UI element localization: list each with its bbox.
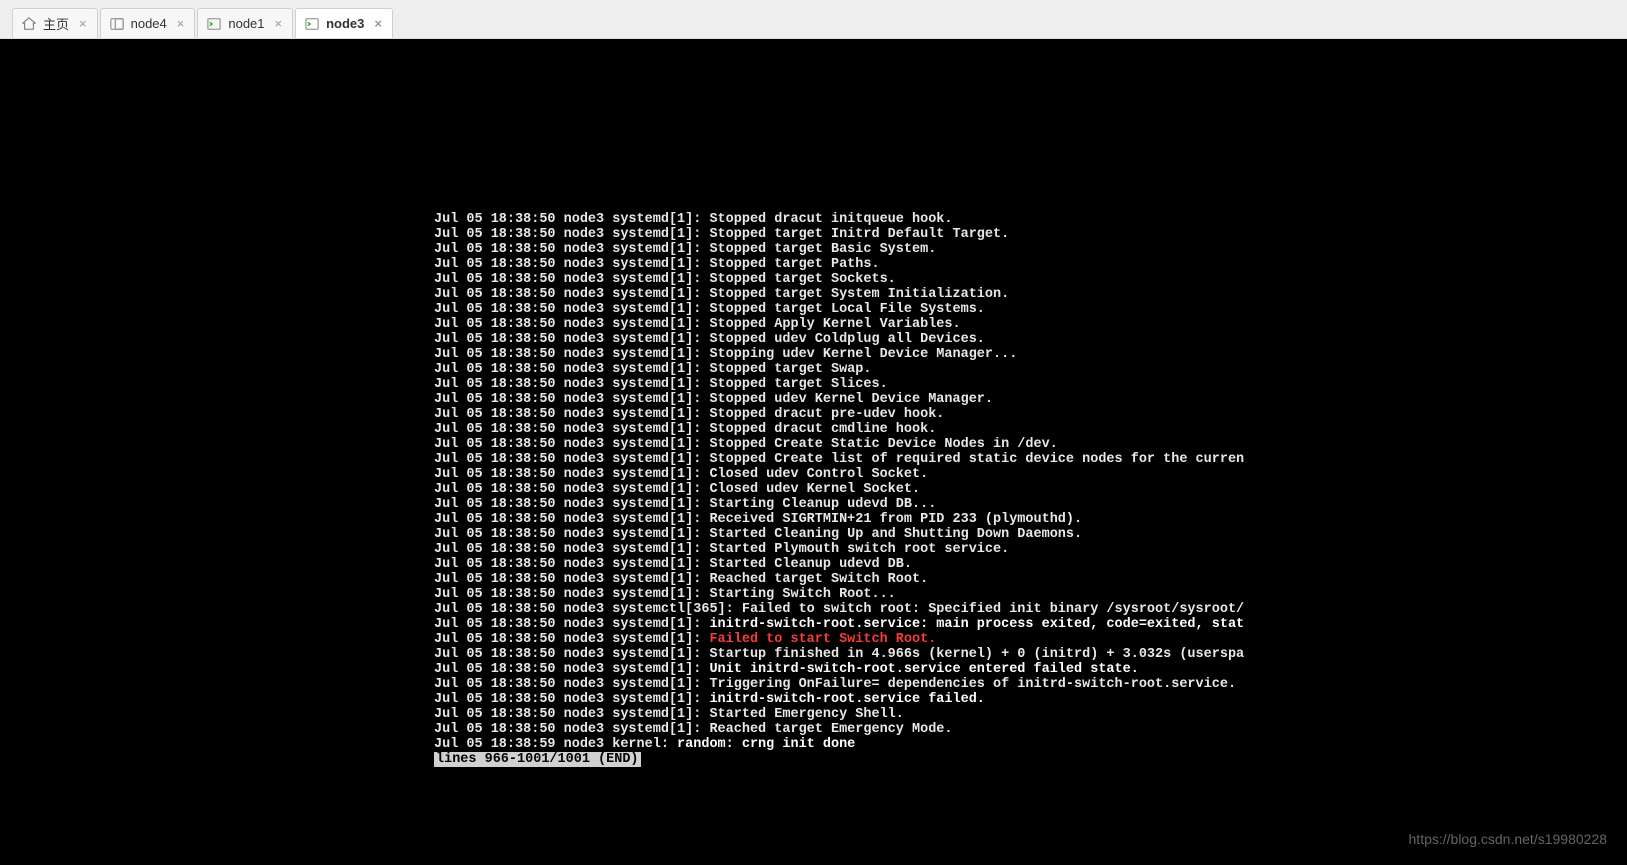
- terminal-icon: [109, 16, 125, 32]
- log-line: Jul 05 18:38:50 node3 systemd[1]: Stoppe…: [434, 227, 1244, 242]
- log-line: Jul 05 18:38:50 node3 systemd[1]: Stoppe…: [434, 422, 1244, 437]
- log-line: Jul 05 18:38:50 node3 systemctl[365]: Fa…: [434, 602, 1244, 617]
- log-line: Jul 05 18:38:50 node3 systemd[1]: Starti…: [434, 497, 1244, 512]
- tab-bar: 主页 × node4 × node1 × node3 ×: [0, 0, 1627, 39]
- log-line: Jul 05 18:38:50 node3 systemd[1]: Stoppe…: [434, 392, 1244, 407]
- log-line: Jul 05 18:38:50 node3 systemd[1]: Stoppe…: [434, 362, 1244, 377]
- log-line: Jul 05 18:38:50 node3 systemd[1]: Starte…: [434, 527, 1244, 542]
- log-line: Jul 05 18:38:50 node3 systemd[1]: Trigge…: [434, 677, 1244, 692]
- close-icon[interactable]: ×: [177, 16, 185, 31]
- log-line: Jul 05 18:38:50 node3 systemd[1]: initrd…: [434, 617, 1244, 632]
- log-line: Jul 05 18:38:50 node3 systemd[1]: initrd…: [434, 692, 1244, 707]
- log-line: Jul 05 18:38:50 node3 systemd[1]: Reache…: [434, 572, 1244, 587]
- log-line: Jul 05 18:38:50 node3 systemd[1]: Stoppi…: [434, 347, 1244, 362]
- tab-node3[interactable]: node3 ×: [295, 8, 393, 38]
- terminal-view[interactable]: Jul 05 18:38:50 node3 systemd[1]: Stoppe…: [0, 39, 1627, 865]
- log-line: Jul 05 18:38:59 node3 kernel: random: cr…: [434, 737, 1244, 752]
- log-line: Jul 05 18:38:50 node3 systemd[1]: Stoppe…: [434, 212, 1244, 227]
- log-line: Jul 05 18:38:50 node3 systemd[1]: Starte…: [434, 557, 1244, 572]
- close-icon[interactable]: ×: [275, 16, 283, 31]
- terminal-output: Jul 05 18:38:50 node3 systemd[1]: Stoppe…: [434, 212, 1244, 767]
- log-line: Jul 05 18:38:50 node3 systemd[1]: Unit i…: [434, 662, 1244, 677]
- log-line: Jul 05 18:38:50 node3 systemd[1]: Stoppe…: [434, 332, 1244, 347]
- tab-label: node3: [326, 16, 364, 31]
- log-line: Jul 05 18:38:50 node3 systemd[1]: Starti…: [434, 587, 1244, 602]
- tab-home[interactable]: 主页 ×: [12, 8, 98, 38]
- log-line: Jul 05 18:38:50 node3 systemd[1]: Stoppe…: [434, 287, 1244, 302]
- log-line: Jul 05 18:38:50 node3 systemd[1]: Stoppe…: [434, 317, 1244, 332]
- watermark-text: https://blog.csdn.net/s19980228: [1409, 831, 1607, 847]
- log-line: Jul 05 18:38:50 node3 systemd[1]: Receiv…: [434, 512, 1244, 527]
- log-line: Jul 05 18:38:50 node3 systemd[1]: Reache…: [434, 722, 1244, 737]
- log-line: Jul 05 18:38:50 node3 systemd[1]: Closed…: [434, 482, 1244, 497]
- log-line: Jul 05 18:38:50 node3 systemd[1]: Stoppe…: [434, 377, 1244, 392]
- tab-node4[interactable]: node4 ×: [100, 8, 196, 38]
- log-line: Jul 05 18:38:50 node3 systemd[1]: Starte…: [434, 707, 1244, 722]
- terminal-icon: [206, 16, 222, 32]
- tab-node1[interactable]: node1 ×: [197, 8, 293, 38]
- terminal-icon: [304, 16, 320, 32]
- tab-label: node1: [228, 16, 264, 31]
- home-icon: [21, 16, 37, 32]
- log-line: Jul 05 18:38:50 node3 systemd[1]: Stoppe…: [434, 272, 1244, 287]
- log-line: Jul 05 18:38:50 node3 systemd[1]: Starte…: [434, 542, 1244, 557]
- log-line: Jul 05 18:38:50 node3 systemd[1]: Stoppe…: [434, 302, 1244, 317]
- tab-label: node4: [131, 16, 167, 31]
- log-line: Jul 05 18:38:50 node3 systemd[1]: Stoppe…: [434, 437, 1244, 452]
- log-line: Jul 05 18:38:50 node3 systemd[1]: Stoppe…: [434, 257, 1244, 272]
- log-line: Jul 05 18:38:50 node3 systemd[1]: Stoppe…: [434, 242, 1244, 257]
- log-line: Jul 05 18:38:50 node3 systemd[1]: Startu…: [434, 647, 1244, 662]
- close-icon[interactable]: ×: [79, 16, 87, 31]
- log-line: Jul 05 18:38:50 node3 systemd[1]: Stoppe…: [434, 452, 1244, 467]
- close-icon[interactable]: ×: [374, 16, 382, 31]
- tab-label: 主页: [43, 14, 69, 33]
- log-line: Jul 05 18:38:50 node3 systemd[1]: Stoppe…: [434, 407, 1244, 422]
- log-line: Jul 05 18:38:50 node3 systemd[1]: Closed…: [434, 467, 1244, 482]
- log-line: Jul 05 18:38:50 node3 systemd[1]: Failed…: [434, 632, 1244, 647]
- pager-status: lines 966-1001/1001 (END): [434, 752, 1244, 767]
